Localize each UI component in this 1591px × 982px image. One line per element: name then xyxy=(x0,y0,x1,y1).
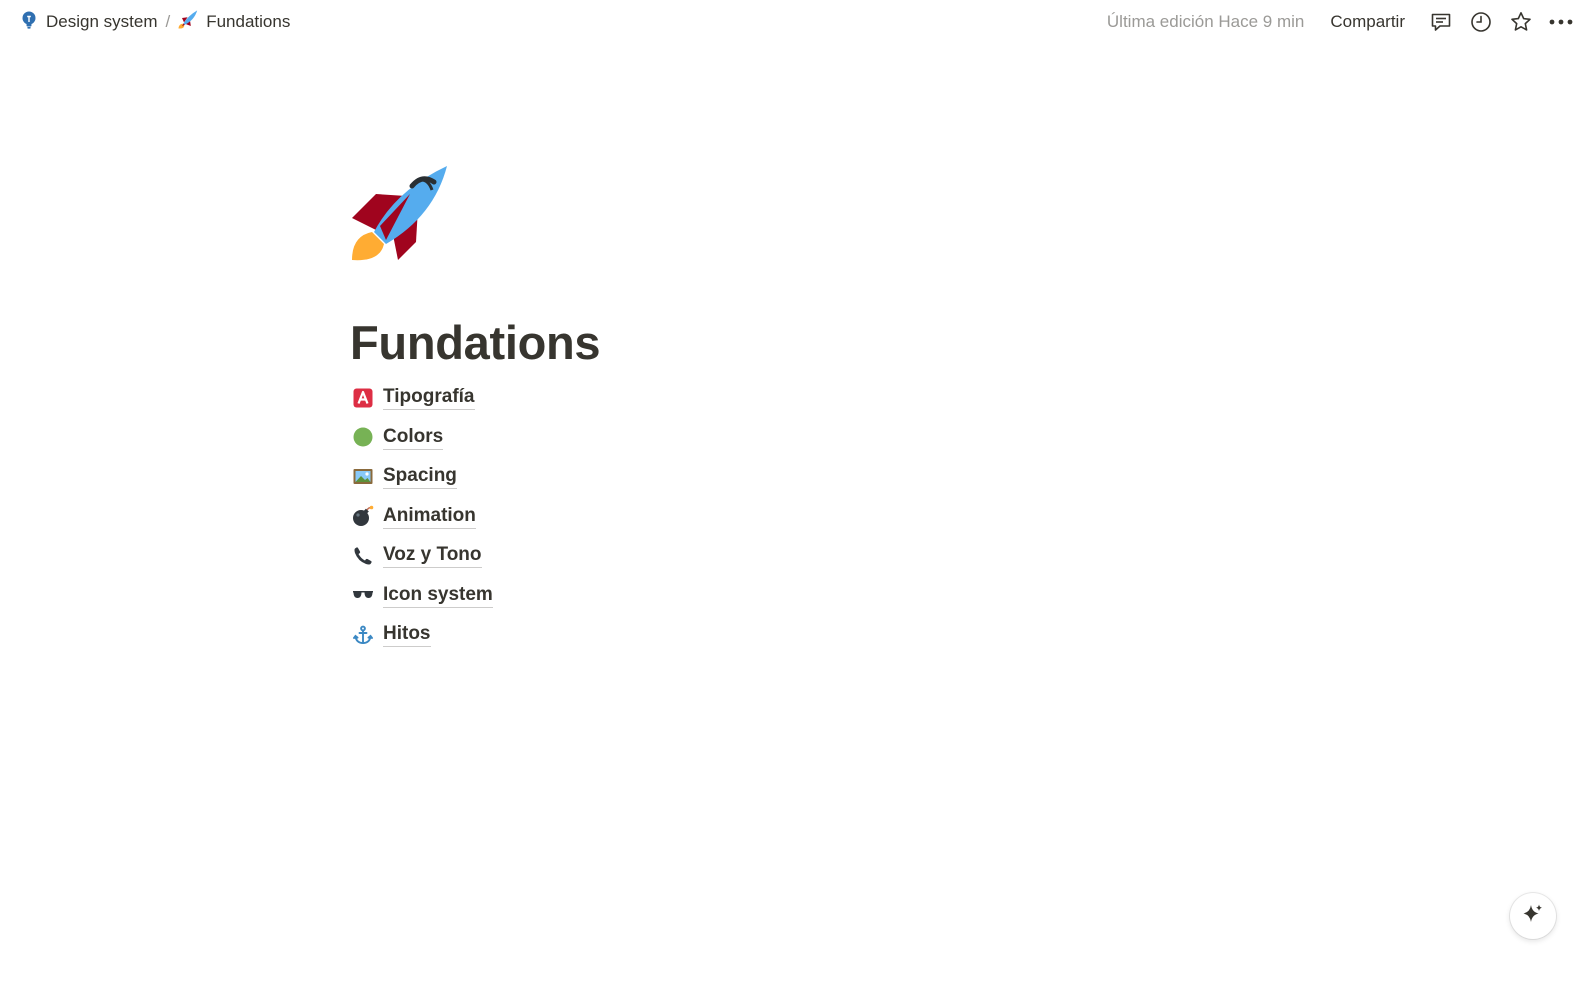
link-icon-system[interactable]: Icon system xyxy=(352,576,1050,616)
green-circle-icon xyxy=(352,426,374,448)
page-links-list: Tipografía Colors Spacing Animation Voz … xyxy=(350,378,1050,655)
link-label: Tipografía xyxy=(383,385,475,411)
page-title[interactable]: Fundations xyxy=(350,316,1050,370)
page-icon[interactable] xyxy=(350,160,450,264)
page-content: Fundations Tipografía Colors Spacing Ani… xyxy=(350,160,1050,655)
link-colors[interactable]: Colors xyxy=(352,418,1050,458)
comment-icon xyxy=(1429,10,1453,34)
more-icon xyxy=(1548,10,1574,34)
anchor-icon xyxy=(352,624,374,646)
favorite-button[interactable] xyxy=(1503,6,1539,38)
phone-icon xyxy=(352,545,374,567)
link-label: Hitos xyxy=(383,622,431,648)
letter-a-icon xyxy=(352,387,374,409)
ai-assistant-button[interactable] xyxy=(1510,893,1556,939)
last-edited-text: Última edición Hace 9 min xyxy=(1106,12,1305,31)
breadcrumb-workspace[interactable]: Design system xyxy=(16,8,161,37)
breadcrumb: Design system / Fundations xyxy=(16,8,294,37)
history-button[interactable] xyxy=(1463,6,1499,38)
breadcrumb-workspace-label: Design system xyxy=(46,12,158,31)
sparkle-icon xyxy=(1522,903,1544,930)
share-button[interactable]: Compartir xyxy=(1322,8,1413,36)
link-label: Colors xyxy=(383,425,444,450)
bomb-icon xyxy=(352,505,374,527)
link-tipografia[interactable]: Tipografía xyxy=(352,378,1050,418)
breadcrumb-page[interactable]: Fundations xyxy=(174,8,294,37)
breadcrumb-page-label: Fundations xyxy=(206,12,291,31)
link-spacing[interactable]: Spacing xyxy=(352,457,1050,497)
link-label: Animation xyxy=(383,504,476,529)
star-icon xyxy=(1509,10,1533,34)
link-voz-y-tono[interactable]: Voz y Tono xyxy=(352,536,1050,576)
sunglasses-icon xyxy=(352,584,374,606)
more-options-button[interactable] xyxy=(1543,6,1579,38)
header-actions: Última edición Hace 9 min Compartir xyxy=(1107,6,1579,38)
link-label: Icon system xyxy=(383,583,493,608)
breadcrumb-separator: / xyxy=(165,12,171,31)
comments-button[interactable] xyxy=(1423,6,1459,38)
link-label: Spacing xyxy=(383,464,457,490)
rocket-icon xyxy=(178,9,198,35)
clock-icon xyxy=(1469,10,1493,34)
link-hitos[interactable]: Hitos xyxy=(352,615,1050,655)
rocket-icon xyxy=(350,166,450,268)
link-animation[interactable]: Animation xyxy=(352,497,1050,537)
top-bar: Design system / Fundations Última edició… xyxy=(0,0,1591,44)
picture-frame-icon xyxy=(352,466,374,488)
link-label: Voz y Tono xyxy=(383,543,482,569)
lightbulb-icon xyxy=(20,10,38,35)
